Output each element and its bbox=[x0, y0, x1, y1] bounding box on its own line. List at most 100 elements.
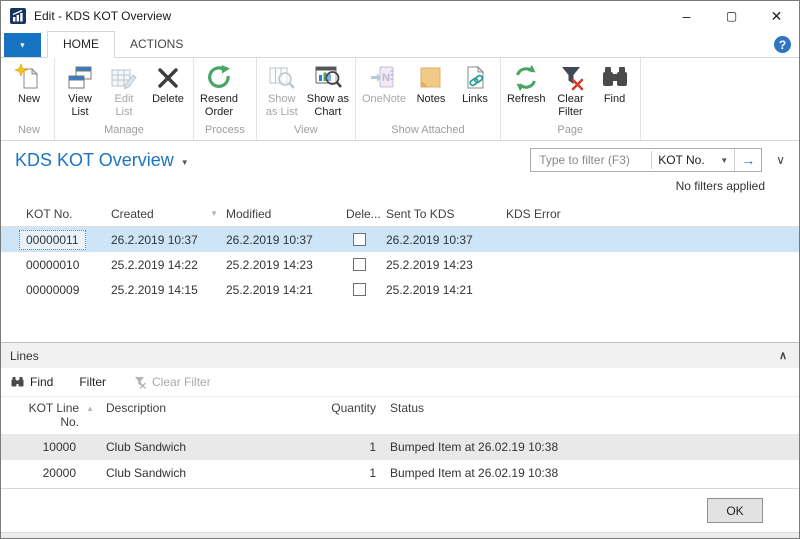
description-cell: Club Sandwich bbox=[96, 440, 321, 454]
window-controls: – ▢ ✕ bbox=[664, 1, 799, 31]
filter-input[interactable] bbox=[531, 153, 651, 167]
ribbon-tab-row: ▼ HOME ACTIONS ? bbox=[1, 31, 799, 58]
page-title-caret-icon[interactable]: ▼ bbox=[181, 158, 189, 167]
new-button[interactable]: New bbox=[7, 61, 51, 119]
table-row[interactable]: 00000009 25.2.2019 14:15 25.2.2019 14:21… bbox=[1, 277, 799, 302]
modified-cell: 25.2.2019 14:23 bbox=[226, 258, 346, 272]
show-as-list-button[interactable]: Showas List bbox=[260, 61, 304, 119]
footer-bar: OK bbox=[1, 488, 799, 532]
lines-collapse-chevron-icon[interactable]: ∧ bbox=[779, 349, 787, 362]
column-header-kds-error[interactable]: KDS Error bbox=[506, 207, 799, 221]
column-header-sent-to-kds[interactable]: Sent To KDS bbox=[386, 207, 506, 221]
app-window: Edit - KDS KOT Overview – ▢ ✕ ▼ HOME ACT… bbox=[0, 0, 800, 539]
delete-x-icon bbox=[153, 63, 183, 93]
view-list-icon bbox=[65, 63, 95, 93]
window-title: Edit - KDS KOT Overview bbox=[34, 9, 171, 23]
lines-clear-filter-button[interactable]: Clear Filter bbox=[132, 375, 211, 390]
ok-button[interactable]: OK bbox=[707, 498, 763, 523]
lines-panel-header[interactable]: Lines ∧ bbox=[1, 342, 799, 368]
clear-filter-icon bbox=[132, 375, 147, 390]
close-icon[interactable]: ✕ bbox=[754, 1, 799, 31]
find-button[interactable]: Find bbox=[593, 61, 637, 119]
edit-list-button[interactable]: EditList bbox=[102, 61, 146, 119]
deleted-checkbox[interactable] bbox=[353, 258, 366, 271]
status-cell: Bumped Item at 26.02.19 10:38 bbox=[383, 466, 799, 480]
sort-descending-icon: ▼ bbox=[210, 209, 218, 218]
ribbon-group-new: New New bbox=[4, 58, 55, 140]
app-menu-button[interactable]: ▼ bbox=[4, 33, 41, 57]
tab-actions[interactable]: ACTIONS bbox=[115, 32, 198, 57]
find-binoculars-icon bbox=[600, 63, 630, 93]
lines-title: Lines bbox=[10, 349, 39, 363]
quantity-cell: 1 bbox=[321, 466, 383, 480]
svg-text:N: N bbox=[382, 72, 390, 84]
table-row[interactable]: 00000010 25.2.2019 14:22 25.2.2019 14:23… bbox=[1, 252, 799, 277]
column-header-created[interactable]: Created ▼ bbox=[111, 207, 226, 221]
main-table-empty-area bbox=[1, 302, 799, 342]
help-icon[interactable]: ? bbox=[774, 36, 791, 53]
created-cell: 25.2.2019 14:22 bbox=[111, 258, 226, 272]
column-header-quantity[interactable]: Quantity bbox=[321, 401, 383, 429]
ribbon-group-page: Refresh ClearFilter bbox=[501, 58, 641, 140]
tab-home[interactable]: HOME bbox=[47, 31, 115, 58]
clear-filter-button[interactable]: ClearFilter bbox=[549, 61, 593, 119]
delete-button[interactable]: Delete bbox=[146, 61, 190, 119]
page-title[interactable]: KDS KOT Overview bbox=[15, 150, 174, 171]
column-header-status[interactable]: Status bbox=[383, 401, 799, 429]
column-header-modified[interactable]: Modified bbox=[226, 207, 346, 221]
lines-toolbar: Find Filter Clear Filter bbox=[1, 368, 799, 397]
deleted-checkbox[interactable] bbox=[353, 283, 366, 296]
description-cell: Club Sandwich bbox=[96, 466, 321, 480]
column-header-kot-no[interactable]: KOT No. bbox=[1, 207, 111, 221]
edit-list-icon bbox=[109, 63, 139, 93]
filter-column-value: KOT No. bbox=[658, 153, 704, 167]
filter-column-select[interactable]: KOT No. ▼ bbox=[652, 153, 734, 167]
collapse-filter-pane-chevron-icon[interactable]: ∨ bbox=[776, 153, 785, 167]
apply-filter-arrow-icon[interactable]: → bbox=[734, 149, 761, 171]
new-document-icon bbox=[14, 63, 44, 93]
ribbon-group-process: ResendOrder Process bbox=[194, 58, 257, 140]
created-cell: 25.2.2019 14:15 bbox=[111, 283, 226, 297]
onenote-button[interactable]: N OneNote bbox=[359, 61, 409, 119]
show-as-chart-button[interactable]: Show asChart bbox=[304, 61, 352, 119]
notes-button[interactable]: Notes bbox=[409, 61, 453, 119]
column-header-deleted[interactable]: Dele... bbox=[346, 207, 386, 221]
maximize-icon[interactable]: ▢ bbox=[709, 1, 754, 31]
minimize-icon[interactable]: – bbox=[664, 1, 709, 31]
view-list-button[interactable]: ViewList bbox=[58, 61, 102, 119]
notes-icon bbox=[416, 63, 446, 93]
links-button[interactable]: Links bbox=[453, 61, 497, 119]
clear-filter-icon bbox=[556, 63, 586, 93]
ribbon-group-show-attached: N OneNote Notes bbox=[356, 58, 501, 140]
lines-row[interactable]: 20000 Club Sandwich 1 Bumped Item at 26.… bbox=[1, 460, 799, 486]
group-label-show-attached: Show Attached bbox=[359, 122, 497, 140]
modified-cell: 25.2.2019 14:21 bbox=[226, 283, 346, 297]
group-label-page: Page bbox=[504, 122, 637, 140]
deleted-checkbox[interactable] bbox=[353, 233, 366, 246]
main-table-header: KOT No. Created ▼ Modified Dele... Sent … bbox=[1, 201, 799, 227]
refresh-button[interactable]: Refresh bbox=[504, 61, 549, 119]
kot-no-cell: 00000010 bbox=[1, 258, 111, 272]
group-label-new: New bbox=[7, 122, 51, 140]
group-label-manage: Manage bbox=[58, 122, 190, 140]
ribbon-group-view: Showas List Show asChart View bbox=[257, 58, 356, 140]
sent-to-kds-cell: 25.2.2019 14:21 bbox=[386, 283, 506, 297]
sort-ascending-icon: ▲ bbox=[86, 404, 94, 413]
column-header-description[interactable]: Description bbox=[96, 401, 321, 429]
title-bar: Edit - KDS KOT Overview – ▢ ✕ bbox=[1, 1, 799, 31]
refresh-icon bbox=[511, 63, 541, 93]
lines-find-button[interactable]: Find bbox=[10, 375, 53, 390]
group-label-process: Process bbox=[197, 122, 253, 140]
lines-filter-button[interactable]: Filter bbox=[79, 375, 106, 389]
column-header-kot-line-no[interactable]: KOT Line No. ▲ bbox=[1, 401, 96, 429]
table-row[interactable]: 00000011 26.2.2019 10:37 26.2.2019 10:37… bbox=[1, 227, 799, 252]
filter-column-caret-icon: ▼ bbox=[720, 156, 728, 165]
quantity-cell: 1 bbox=[321, 440, 383, 454]
onenote-icon: N bbox=[369, 63, 399, 93]
resend-order-button[interactable]: ResendOrder bbox=[197, 61, 241, 119]
line-no-cell: 20000 bbox=[1, 466, 96, 480]
lines-row[interactable]: 10000 Club Sandwich 1 Bumped Item at 26.… bbox=[1, 434, 799, 460]
kot-no-cell[interactable]: 00000011 bbox=[19, 230, 86, 250]
line-no-cell: 10000 bbox=[1, 440, 96, 454]
sent-to-kds-cell: 25.2.2019 14:23 bbox=[386, 258, 506, 272]
